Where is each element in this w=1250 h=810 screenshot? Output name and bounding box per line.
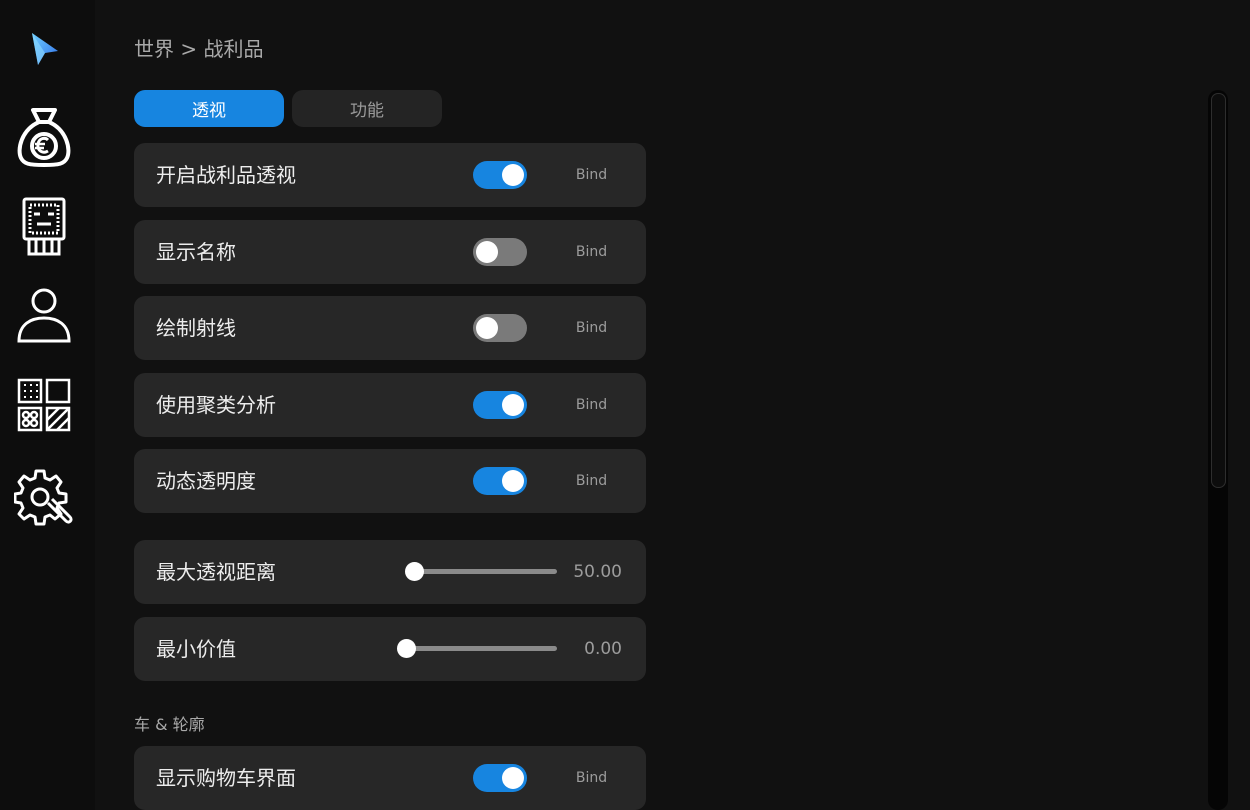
setting-label: 使用聚类分析 — [156, 393, 276, 417]
toggle-knob — [502, 767, 524, 789]
breadcrumb: 世界 > 战利品 — [134, 37, 264, 61]
chip-icon[interactable] — [12, 195, 76, 259]
toggle-knob — [502, 470, 524, 492]
setting-row-clustering: 使用聚类分析 Bind — [134, 373, 646, 437]
slider-thumb[interactable] — [397, 639, 416, 658]
slider-value: 0.00 — [584, 639, 622, 659]
toggle-knob — [502, 164, 524, 186]
money-bag-icon[interactable] — [12, 105, 76, 169]
toggle-switch[interactable] — [473, 391, 527, 419]
setting-label: 绘制射线 — [156, 316, 236, 340]
setting-label: 开启战利品透视 — [156, 163, 296, 187]
app-window: 世界 > 战利品 透视 功能 开启战利品透视 Bind 显示名称 Bind 绘制… — [0, 0, 1250, 810]
setting-row-dynamic-opacity: 动态透明度 Bind — [134, 449, 646, 513]
setting-label: 动态透明度 — [156, 469, 256, 493]
bind-button[interactable]: Bind — [554, 449, 629, 513]
logo-arrow-icon[interactable] — [12, 17, 76, 81]
setting-row-show-names: 显示名称 Bind — [134, 220, 646, 284]
bind-button[interactable]: Bind — [554, 143, 629, 207]
toggle-switch[interactable] — [473, 238, 527, 266]
slider-track[interactable] — [412, 569, 557, 574]
setting-label: 显示购物车界面 — [156, 766, 296, 790]
setting-label: 最小价值 — [156, 637, 236, 661]
toggle-switch[interactable] — [473, 161, 527, 189]
toggle-knob — [476, 317, 498, 339]
bind-button[interactable]: Bind — [554, 373, 629, 437]
toggle-switch[interactable] — [473, 314, 527, 342]
gear-wrench-icon[interactable] — [12, 465, 76, 529]
setting-row-draw-lines: 绘制射线 Bind — [134, 296, 646, 360]
setting-row-min-value: 最小价值 0.00 — [134, 617, 646, 681]
tab-features[interactable]: 功能 — [292, 90, 442, 127]
user-icon[interactable] — [12, 283, 76, 347]
bind-button[interactable]: Bind — [554, 746, 629, 810]
setting-row-max-distance: 最大透视距离 50.00 — [134, 540, 646, 604]
scrollbar[interactable] — [1208, 90, 1228, 810]
grid-pattern-icon[interactable] — [12, 373, 76, 437]
setting-row-show-cart-ui: 显示购物车界面 Bind — [134, 746, 646, 810]
toggle-switch[interactable] — [473, 764, 527, 792]
slider-thumb[interactable] — [405, 562, 424, 581]
setting-row-enable-loot-esp: 开启战利品透视 Bind — [134, 143, 646, 207]
toggle-switch[interactable] — [473, 467, 527, 495]
toggle-knob — [476, 241, 498, 263]
tab-esp[interactable]: 透视 — [134, 90, 284, 127]
toggle-knob — [502, 394, 524, 416]
slider-track[interactable] — [404, 646, 557, 651]
setting-label: 显示名称 — [156, 240, 236, 264]
scrollbar-thumb[interactable] — [1211, 93, 1226, 488]
bind-button[interactable]: Bind — [554, 220, 629, 284]
section-title: 车 & 轮廓 — [134, 715, 205, 734]
bind-button[interactable]: Bind — [554, 296, 629, 360]
sidebar — [0, 0, 95, 810]
slider-value: 50.00 — [573, 562, 622, 582]
setting-label: 最大透视距离 — [156, 560, 276, 584]
